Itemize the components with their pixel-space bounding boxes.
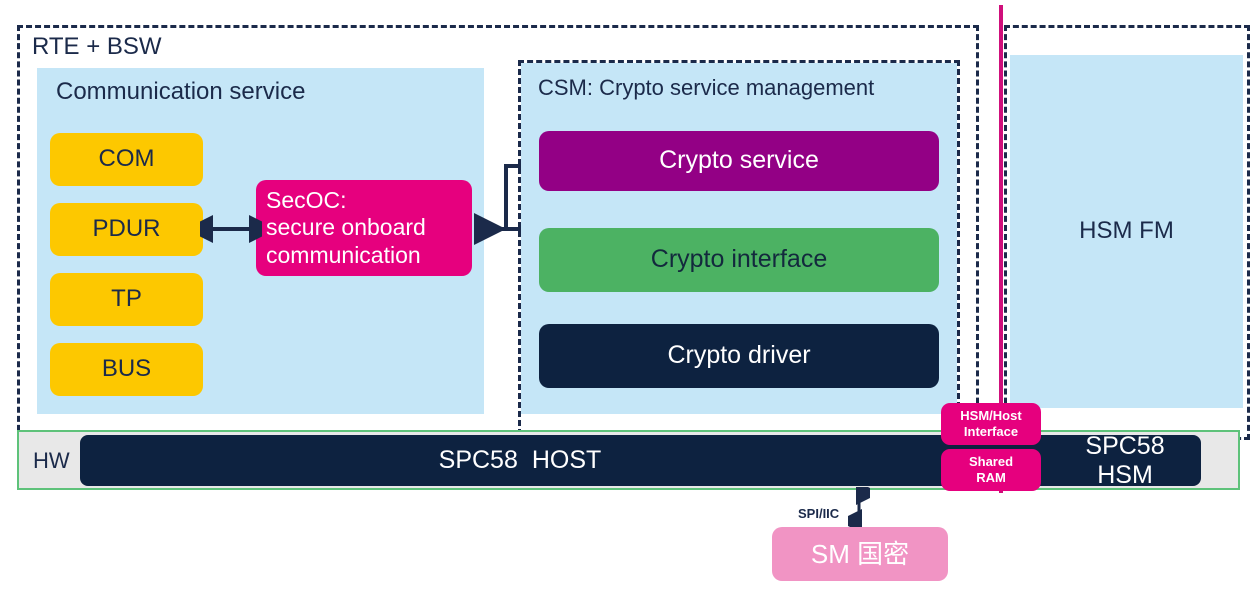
spc58-hsm-label-wrap: SPC58 HSM: [1055, 432, 1195, 490]
crypto-driver-label: Crypto driver: [667, 341, 811, 370]
module-bus[interactable]: BUS: [50, 343, 203, 396]
shared-ram-line1: Shared: [968, 453, 1014, 469]
hsm-host-interface-line2: Interface: [963, 424, 1019, 439]
secoc-line-3: communication: [266, 241, 421, 268]
spc58-host-line1: SPC58: [438, 446, 518, 475]
spi-iic-label: SPI/IIC: [798, 506, 840, 521]
module-bus-label: BUS: [101, 355, 152, 383]
spc58-host-label-wrap: SPC58 HOST: [380, 445, 660, 477]
spc58-hsm-line2: HSM: [1097, 461, 1153, 489]
module-tp-label: TP: [111, 285, 142, 313]
crypto-service-label: Crypto service: [659, 146, 819, 175]
shared-ram-block[interactable]: Shared RAM: [941, 449, 1041, 491]
module-pdur-label: PDUR: [92, 215, 161, 243]
module-com-label: COM: [98, 145, 155, 173]
module-pdur[interactable]: PDUR: [50, 203, 203, 256]
spc58-hsm-line1: SPC58: [1085, 431, 1165, 460]
hsm-host-interface-block[interactable]: HSM/Host Interface: [941, 403, 1041, 445]
hsm-host-interface-line1: HSM/Host: [960, 407, 1022, 423]
secoc-line-2: secure onboard: [266, 214, 426, 241]
spi-iic-arrow: [848, 487, 870, 527]
sm-block[interactable]: SM 国密: [772, 527, 948, 581]
module-com[interactable]: COM: [50, 133, 203, 186]
spc58-host-line2: HOST: [531, 446, 602, 475]
crypto-driver-block[interactable]: Crypto driver: [539, 324, 939, 388]
crypto-interface-block[interactable]: Crypto interface: [539, 228, 939, 292]
shared-ram-line2: RAM: [976, 470, 1006, 485]
crypto-service-block[interactable]: Crypto service: [539, 131, 939, 191]
secoc-block[interactable]: SecOC: secure onboard communication: [256, 180, 472, 276]
hw-label: HW: [33, 448, 70, 473]
rte-bsw-title: RTE + BSW: [32, 33, 162, 60]
architecture-diagram: RTE + BSW Communication service COM PDUR…: [0, 0, 1256, 597]
secoc-line-1: SecOC:: [266, 187, 347, 214]
sm-label: SM 国密: [810, 538, 910, 569]
crypto-interface-label: Crypto interface: [650, 245, 828, 274]
hsm-fm-block: HSM FM: [1010, 55, 1243, 408]
communication-service-title: Communication service: [56, 78, 306, 105]
pdur-secoc-arrow: [200, 215, 262, 243]
csm-title: CSM: Crypto service management: [538, 75, 875, 100]
module-tp[interactable]: TP: [50, 273, 203, 326]
hsm-fm-label: HSM FM: [1079, 217, 1174, 245]
